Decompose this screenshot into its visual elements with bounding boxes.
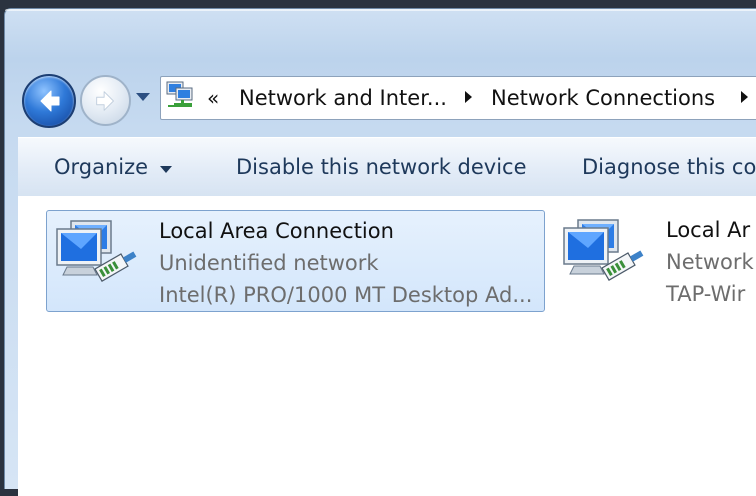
disable-device-button[interactable]: Disable this network device bbox=[236, 155, 527, 179]
organize-button[interactable]: Organize bbox=[54, 155, 148, 179]
organize-dropdown-icon bbox=[160, 166, 172, 173]
back-arrow-icon bbox=[40, 90, 60, 112]
breadcrumb-network-connections[interactable]: Network Connections bbox=[491, 86, 715, 110]
diagnose-connection-button[interactable]: Diagnose this co bbox=[582, 155, 756, 179]
connection-name: Local Area Connection bbox=[159, 219, 394, 243]
connection-item-local-area-connection[interactable]: Local Area Connection Unidentified netwo… bbox=[46, 210, 545, 312]
breadcrumb-separator-icon[interactable] bbox=[465, 91, 472, 103]
connection-details: Local Ar Network TAP-Wir bbox=[666, 214, 754, 310]
back-button[interactable] bbox=[22, 74, 76, 128]
forward-button[interactable] bbox=[80, 75, 131, 126]
connection-details: Local Area Connection Unidentified netwo… bbox=[159, 215, 532, 311]
network-adapter-icon bbox=[563, 219, 644, 281]
connections-list: Local Area Connection Unidentified netwo… bbox=[18, 196, 756, 496]
network-adapter-icon bbox=[56, 220, 137, 282]
connection-status: Unidentified network bbox=[159, 251, 379, 275]
connection-device: Intel(R) PRO/1000 MT Desktop Ad... bbox=[159, 283, 533, 307]
address-bar[interactable]: « Network and Inter... Network Connectio… bbox=[160, 76, 756, 120]
forward-arrow-icon bbox=[95, 90, 114, 111]
command-bar: Organize Disable this network device Dia… bbox=[18, 137, 756, 197]
window-frame-highlight bbox=[5, 9, 756, 11]
breadcrumb-network-and-internet[interactable]: Network and Inter... bbox=[239, 86, 447, 110]
network-connections-icon bbox=[166, 81, 193, 107]
connection-item-local-area-connection-2[interactable]: Local Ar Network TAP-Wir bbox=[554, 210, 756, 310]
history-dropdown-button[interactable] bbox=[136, 93, 150, 101]
connection-status: Network bbox=[666, 250, 754, 274]
connection-name: Local Ar bbox=[666, 218, 751, 242]
breadcrumb-separator-icon[interactable] bbox=[741, 91, 748, 103]
breadcrumb-overflow-button[interactable]: « bbox=[207, 86, 219, 110]
connection-device: TAP-Wir bbox=[666, 282, 746, 306]
